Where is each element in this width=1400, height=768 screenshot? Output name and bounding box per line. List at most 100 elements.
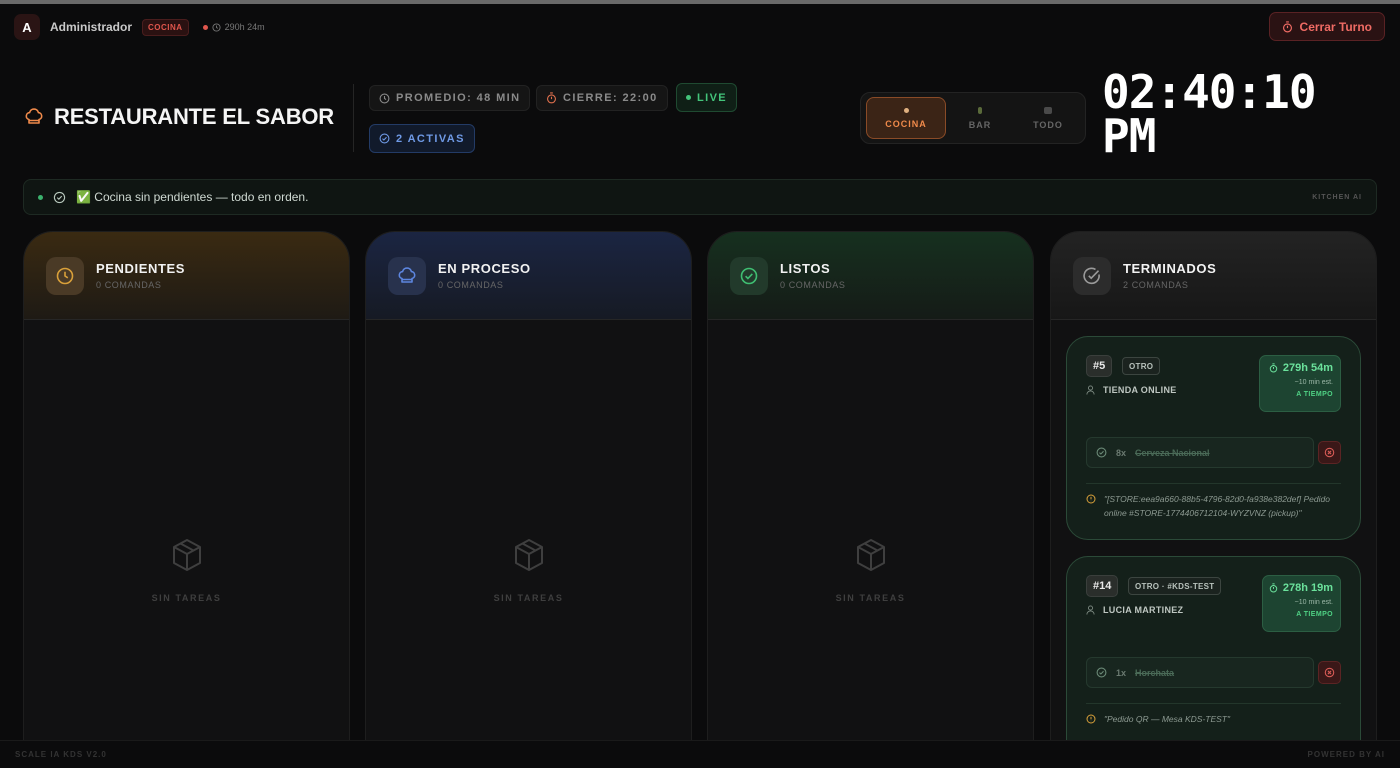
elapsed-time: 278h 19m — [1282, 582, 1333, 594]
live-dot — [686, 95, 691, 100]
header-divider — [353, 84, 354, 152]
check-circle-icon — [1083, 267, 1100, 284]
column-count: 0 COMANDAS — [438, 280, 504, 290]
active-orders-badge: 2 ACTIVAS — [369, 124, 475, 153]
note-text: "Pedido QR — Mesa KDS-TEST" — [1104, 714, 1231, 724]
station-todo[interactable]: TODO — [1008, 97, 1088, 139]
column-count: 0 COMANDAS — [96, 280, 162, 290]
order-item[interactable]: 8x Cerveza Nacional — [1086, 437, 1314, 468]
brand: RESTAURANTE EL SABOR — [24, 104, 334, 130]
column-count: 2 COMANDAS — [1123, 280, 1189, 290]
chef-hat-icon — [25, 108, 43, 124]
cooking-icon — [903, 107, 909, 113]
check-circle-icon — [53, 191, 66, 203]
close-shift-button[interactable]: Cerrar Turno — [1268, 12, 1385, 41]
station-switch: COCINA BAR TODO — [860, 92, 1086, 144]
clock: 02:40:10 PM — [1102, 65, 1322, 159]
cancel-item-button[interactable] — [1318, 661, 1341, 684]
column-header: PENDIENTES 0 COMANDAS — [24, 232, 349, 320]
item-quantity: 8x — [1116, 447, 1127, 458]
user-icon — [1086, 385, 1095, 395]
stopwatch-icon — [1282, 20, 1292, 32]
package-icon — [856, 539, 885, 571]
time-estimate: ~10 min est. — [1294, 379, 1333, 386]
avatar[interactable]: A — [14, 14, 40, 40]
live-label: LIVE — [697, 91, 728, 104]
divider — [1086, 483, 1341, 484]
check-circle-icon — [379, 133, 390, 144]
glass-icon — [978, 106, 982, 114]
average-time-pill: PROMEDIO: 48 MIN — [369, 85, 531, 111]
clock-icon — [379, 93, 390, 103]
closing-time-pill: CIERRE: 22:00 — [536, 85, 668, 111]
user-name: Administrador — [50, 20, 133, 34]
active-orders: 2 ACTIVAS — [396, 132, 465, 145]
order-card[interactable]: #5 OTRO TIENDA ONLINE 279h 54m ~10 min e… — [1066, 336, 1361, 540]
ai-status-banner: ✅ Cocina sin pendientes — todo en orden.… — [23, 179, 1377, 215]
column-terminados: TERMINADOS 2 COMANDAS #5 OTRO TIENDA ONL… — [1050, 231, 1377, 751]
order-timer: 279h 54m ~10 min est. A TIEMPO — [1259, 355, 1341, 412]
column-icon-box — [388, 256, 426, 295]
chef-hat-icon — [398, 266, 416, 283]
column-pendientes: PENDIENTES 0 COMANDAS SIN TAREAS — [23, 231, 350, 751]
cancel-item-button[interactable] — [1318, 441, 1341, 464]
page-title: RESTAURANTE EL SABOR — [54, 104, 334, 129]
elapsed-time: 279h 54m — [1282, 362, 1333, 374]
column-header: EN PROCESO 0 COMANDAS — [366, 232, 691, 320]
item-name: Cerveza Nacional — [1135, 447, 1210, 458]
shift-timer: 290h 24m — [202, 22, 265, 32]
clock-icon — [56, 267, 74, 284]
station-label: COCINA — [885, 118, 927, 129]
column-icon-box — [730, 256, 768, 295]
station-label: BAR — [968, 119, 992, 130]
column-header: TERMINADOS 2 COMANDAS — [1051, 232, 1376, 320]
clock-icon — [212, 22, 221, 32]
info-icon — [1086, 494, 1096, 504]
ai-label: KITCHEN AI — [1312, 193, 1362, 201]
order-card[interactable]: #14 OTRO · #KDS-TEST LUCIA MARTINEZ 278h… — [1066, 556, 1361, 750]
footer-powered-by: POWERED BY AI — [1307, 750, 1385, 759]
station-cocina[interactable]: COCINA — [866, 97, 946, 139]
check-circle-icon — [1096, 667, 1107, 678]
divider — [1086, 703, 1341, 704]
live-badge: LIVE — [676, 83, 738, 112]
average-time: PROMEDIO: 48 MIN — [396, 92, 521, 104]
column-title: TERMINADOS — [1123, 261, 1217, 276]
order-note: "[STORE:eea9a660-88b5-4796-82d0-fa938e38… — [1086, 492, 1346, 520]
package-icon — [514, 539, 543, 571]
column-title: PENDIENTES — [96, 261, 186, 276]
closing-time: CIERRE: 22:00 — [563, 92, 658, 104]
station-label: TODO — [1033, 119, 1063, 130]
order-number: #14 — [1086, 575, 1119, 597]
column-icon-box — [1073, 256, 1111, 295]
status-dot — [38, 194, 43, 200]
x-circle-icon — [1324, 667, 1335, 678]
footer: SCALE IA KDS V2.0 POWERED BY AI — [0, 740, 1400, 768]
status-dot — [202, 24, 208, 30]
column-listos: LISTOS 0 COMANDAS SIN TAREAS — [707, 231, 1034, 751]
customer: LUCIA MARTINEZ — [1086, 605, 1183, 615]
empty-label: SIN TAREAS — [151, 593, 222, 603]
order-tag: OTRO — [1122, 357, 1161, 375]
column-title: LISTOS — [780, 261, 831, 276]
customer-name: LUCIA MARTINEZ — [1103, 605, 1184, 615]
customer-name: TIENDA ONLINE — [1103, 385, 1177, 395]
close-shift-label: Cerrar Turno — [1299, 19, 1372, 34]
check-circle-icon — [740, 267, 758, 284]
item-name: Horchata — [1135, 667, 1175, 678]
empty-state: SIN TAREAS — [708, 537, 1033, 603]
stopwatch-icon — [547, 92, 556, 104]
package-icon — [172, 539, 201, 571]
user-icon — [1086, 605, 1095, 615]
order-number: #5 — [1086, 355, 1113, 377]
stopwatch-icon — [1269, 583, 1278, 593]
time-estimate: ~10 min est. — [1294, 599, 1333, 606]
ai-message: ✅ Cocina sin pendientes — todo en orden. — [76, 190, 309, 204]
time-status: A TIEMPO — [1296, 391, 1333, 398]
footer-version: SCALE IA KDS V2.0 — [15, 750, 107, 759]
clock-time: 02:40:10 — [1102, 65, 1317, 119]
order-item[interactable]: 1x Horchata — [1086, 657, 1314, 688]
column-header: LISTOS 0 COMANDAS — [708, 232, 1033, 320]
item-quantity: 1x — [1116, 667, 1127, 678]
empty-state: SIN TAREAS — [366, 537, 691, 603]
